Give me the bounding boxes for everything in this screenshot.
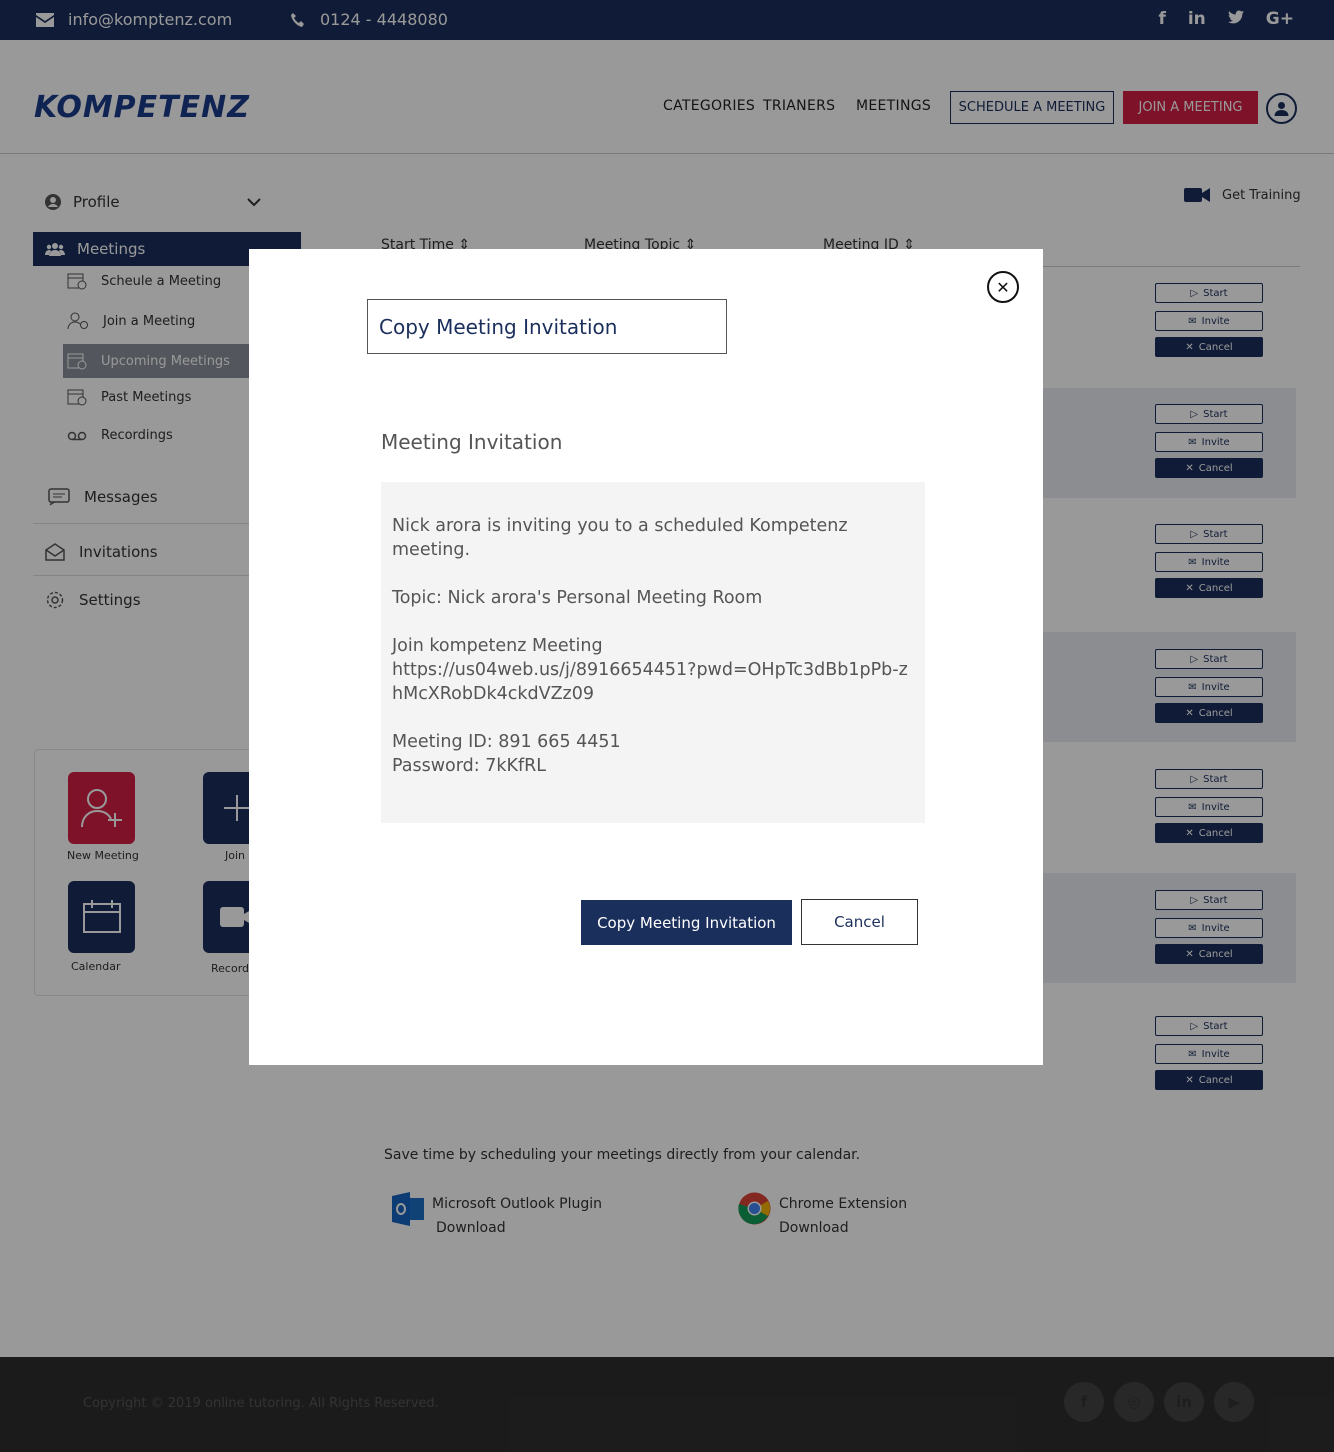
invitation-join-label: Join kompetenz Meeting <box>392 636 603 656</box>
invitation-meeting-id: Meeting ID: 891 665 4451 <box>392 732 621 752</box>
cancel-button[interactable]: Cancel <box>801 899 918 945</box>
invitation-topic: Topic: Nick arora's Personal Meeting Roo… <box>392 588 763 608</box>
invitation-password: Password: 7kKfRL <box>392 756 547 776</box>
copy-invitation-modal: Copy Meeting Invitation ✕ Meeting Invita… <box>249 249 1043 1065</box>
invitation-text-box[interactable]: Nick arora is inviting you to a schedule… <box>381 482 925 823</box>
modal-title: Copy Meeting Invitation <box>367 299 727 354</box>
copy-invitation-button[interactable]: Copy Meeting Invitation <box>581 900 792 945</box>
invitation-heading: Meeting Invitation <box>381 430 563 454</box>
invitation-line: Nick arora is inviting you to a schedule… <box>392 516 848 560</box>
invitation-join-url: https://us04web.us/j/8916654451?pwd=OHpT… <box>392 660 908 704</box>
close-icon[interactable]: ✕ <box>987 271 1019 303</box>
